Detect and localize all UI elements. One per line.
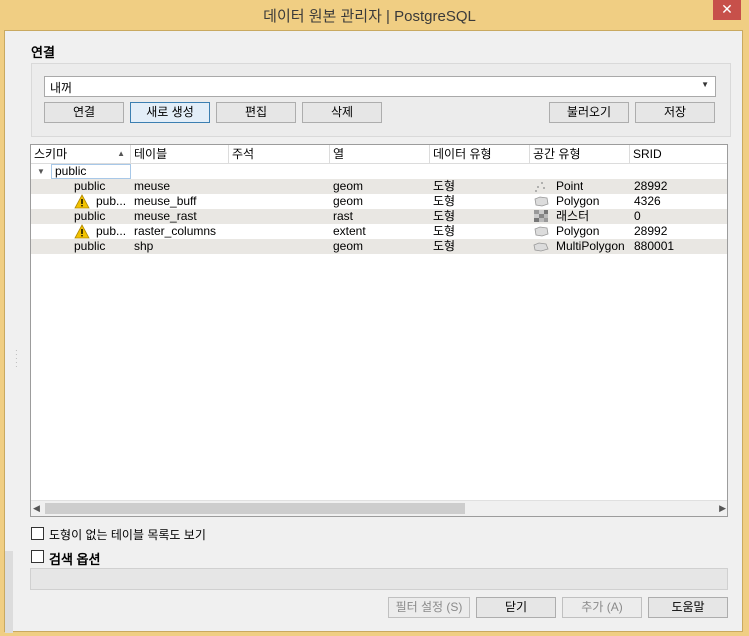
connection-select[interactable]: 내꺼 ▼	[44, 76, 716, 97]
close-window-button[interactable]: ✕	[713, 0, 741, 20]
sort-asc-icon: ▲	[117, 149, 125, 158]
resize-grip-icon: · · · · ·	[15, 346, 18, 371]
column-cell: geom	[333, 179, 364, 193]
point-icon	[535, 182, 545, 192]
tables-view[interactable]: 스키마 ▲ 테이블 주석 열 데이터 유형 공간 유형 SRID ▼ public…	[30, 144, 728, 517]
spatial-type-cell: 래스터	[556, 209, 590, 223]
data-type-cell: 도형	[433, 224, 456, 238]
data-type-cell: 도형	[433, 179, 456, 193]
schema-cell: public	[74, 179, 106, 193]
column-cell: geom	[333, 239, 364, 253]
table-row[interactable]: pub... meuse_buff geom 도형 Polygon 4326	[31, 194, 727, 209]
data-type-cell: 도형	[433, 209, 456, 223]
connect-button[interactable]: 연결	[44, 102, 124, 123]
srid-cell: 28992	[634, 179, 668, 193]
table-name-cell: raster_columns	[134, 224, 217, 238]
filter-settings-button[interactable]: 필터 설정 (S)	[388, 597, 470, 618]
add-button[interactable]: 추가 (A)	[562, 597, 642, 618]
window-title: 데이터 원본 관리자 | PostgreSQL	[263, 8, 476, 25]
horizontal-scrollbar[interactable]: ◀ ▶	[31, 500, 727, 516]
warning-icon	[74, 224, 90, 239]
schema-cell: pub...	[96, 224, 127, 238]
connection-select-value: 내꺼	[50, 81, 73, 95]
search-options-panel	[30, 568, 728, 590]
chevron-down-icon: ▼	[701, 80, 709, 89]
column-header-schema[interactable]: 스키마 ▲	[31, 145, 131, 164]
table-name-cell: meuse_rast	[134, 209, 197, 223]
table-name-cell: meuse	[134, 179, 171, 193]
connection-section-label: 연결	[31, 45, 55, 60]
column-header-srid[interactable]: SRID	[630, 145, 727, 164]
close-button[interactable]: 닫기	[476, 597, 556, 618]
column-header-data-type[interactable]: 데이터 유형	[430, 145, 530, 164]
data-type-cell: 도형	[433, 239, 456, 253]
load-connections-button[interactable]: 불러오기	[549, 102, 629, 123]
scrollbar-thumb[interactable]	[45, 503, 465, 514]
table-row[interactable]: public meuse_rast rast 도형 래스터 0	[31, 209, 727, 224]
table-row[interactable]: public meuse geom 도형 Point 28992	[31, 179, 727, 194]
show-nogeom-checkbox[interactable]	[31, 527, 44, 540]
table-row[interactable]: public shp geom 도형 MultiPolygon 880001	[31, 239, 727, 254]
column-header-table[interactable]: 테이블	[131, 145, 229, 164]
srid-cell: 880001	[634, 239, 675, 253]
spatial-type-cell: Point	[556, 179, 584, 193]
srid-cell: 28992	[634, 224, 668, 238]
scroll-right-icon[interactable]: ▶	[719, 503, 726, 514]
search-options-label: 검색 옵션	[49, 552, 101, 567]
polygon-icon	[534, 196, 549, 207]
connection-group: 내꺼 ▼ 연결 새로 생성 편집 삭제 불러오기 저장	[31, 63, 731, 137]
column-cell: geom	[333, 194, 364, 208]
scroll-left-icon[interactable]: ◀	[33, 503, 40, 514]
show-nogeom-label: 도형이 없는 테이블 목록도 보기	[49, 528, 206, 542]
expand-arrow-icon[interactable]: ▼	[37, 164, 45, 179]
table-name-cell: shp	[134, 239, 154, 253]
schema-group-label: public	[51, 164, 131, 179]
column-cell: rast	[333, 209, 354, 223]
tree-group-row[interactable]: ▼ public	[31, 164, 727, 179]
help-button[interactable]: 도움말	[648, 597, 728, 618]
spatial-type-cell: MultiPolygon	[556, 239, 625, 253]
srid-cell: 4326	[634, 194, 661, 208]
search-options-checkbox[interactable]	[31, 550, 44, 563]
schema-cell: pub...	[96, 194, 127, 208]
title-bar: 데이터 원본 관리자 | PostgreSQL ✕	[0, 0, 749, 30]
raster-icon	[534, 210, 548, 222]
spatial-type-cell: Polygon	[556, 224, 600, 238]
left-edge-strip	[5, 551, 13, 633]
schema-cell: public	[74, 209, 106, 223]
warning-icon	[74, 194, 90, 209]
table-name-cell: meuse_buff	[134, 194, 197, 208]
table-row[interactable]: pub... raster_columns extent 도형 Polygon …	[31, 224, 727, 239]
multipolygon-icon	[533, 242, 549, 252]
edit-connection-button[interactable]: 편집	[216, 102, 296, 123]
delete-connection-button[interactable]: 삭제	[302, 102, 382, 123]
column-header-comment[interactable]: 주석	[229, 145, 330, 164]
dialog-body: · · · · · 연결 내꺼 ▼ 연결 새로 생성 편집 삭제 불러오기 저장 스키마…	[4, 30, 743, 633]
spatial-type-cell: Polygon	[556, 194, 600, 208]
polygon-icon	[534, 226, 549, 237]
schema-cell: public	[74, 239, 106, 253]
save-connections-button[interactable]: 저장	[635, 102, 715, 123]
column-cell: extent	[333, 224, 366, 238]
data-type-cell: 도형	[433, 194, 456, 208]
table-header: 스키마 ▲ 테이블 주석 열 데이터 유형 공간 유형 SRID	[31, 145, 727, 164]
column-header-spatial-type[interactable]: 공간 유형	[530, 145, 630, 164]
new-connection-button[interactable]: 새로 생성	[130, 102, 210, 123]
srid-cell: 0	[634, 209, 641, 223]
column-header-column[interactable]: 열	[330, 145, 430, 164]
